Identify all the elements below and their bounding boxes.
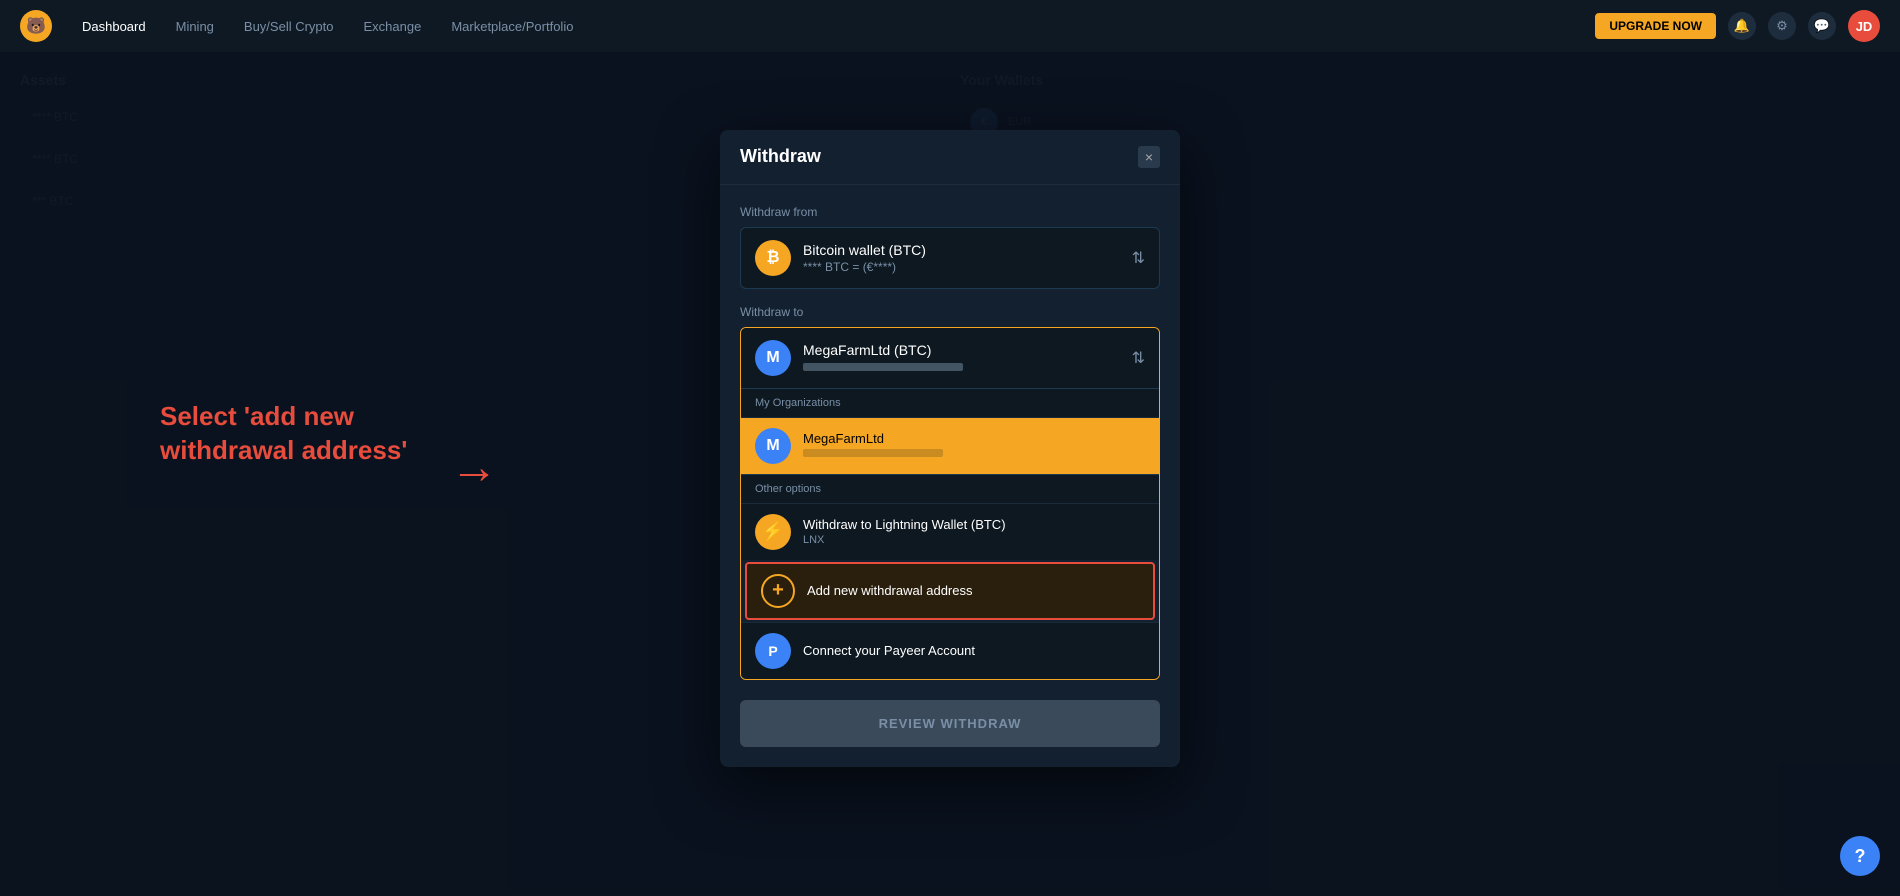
org-icon-selected: M (755, 340, 791, 376)
my-organizations-label: My Organizations (741, 388, 1159, 417)
modal-header: Withdraw × (720, 130, 1180, 185)
payeer-name: Connect your Payeer Account (803, 643, 975, 658)
withdraw-to-label: Withdraw to (740, 305, 1160, 319)
withdraw-from-selector[interactable]: ₿ Bitcoin wallet (BTC) **** BTC = (€****… (740, 227, 1160, 289)
org-item-megafarm[interactable]: M MegaFarmLtd (741, 417, 1159, 474)
btc-icon: ₿ (755, 240, 791, 276)
wallet-info: Bitcoin wallet (BTC) **** BTC = (€****) (803, 242, 926, 274)
other-options-label: Other options (741, 474, 1159, 503)
wallet-balance: **** BTC = (€****) (803, 260, 926, 274)
payeer-info: Connect your Payeer Account (803, 643, 975, 658)
selected-org-name: MegaFarmLtd (BTC) (803, 342, 963, 358)
withdraw-from-label: Withdraw from (740, 205, 1160, 219)
add-withdrawal-address-option[interactable]: + Add new withdrawal address (745, 562, 1155, 620)
add-new-name: Add new withdrawal address (807, 583, 972, 598)
lightning-icon: ⚡ (755, 514, 791, 550)
help-button[interactable]: ? (1840, 836, 1880, 876)
withdraw-to-arrow-icon: ⇅ (1132, 348, 1145, 368)
payeer-option[interactable]: P Connect your Payeer Account (741, 622, 1159, 679)
add-icon: + (761, 574, 795, 608)
org-item-info: MegaFarmLtd (803, 431, 943, 460)
org-item-address (803, 448, 943, 460)
payeer-icon: P (755, 633, 791, 669)
review-withdraw-button[interactable]: REVIEW WITHDRAW (740, 700, 1160, 747)
org-item-name: MegaFarmLtd (803, 431, 943, 446)
wallet-selector-arrow-icon: ⇅ (1132, 248, 1145, 268)
wallet-name: Bitcoin wallet (BTC) (803, 242, 926, 258)
modal-body: Withdraw from ₿ Bitcoin wallet (BTC) ***… (720, 185, 1180, 767)
withdraw-to-header[interactable]: M MegaFarmLtd (BTC) ⇅ (741, 328, 1159, 388)
lightning-sub: LNX (803, 534, 1006, 546)
selected-org-address (803, 360, 963, 374)
lightning-wallet-option[interactable]: ⚡ Withdraw to Lightning Wallet (BTC) LNX (741, 503, 1159, 560)
org-address-blur (803, 449, 943, 457)
add-new-info: Add new withdrawal address (807, 583, 972, 598)
modal-close-button[interactable]: × (1138, 146, 1160, 168)
lightning-name: Withdraw to Lightning Wallet (BTC) (803, 517, 1006, 532)
address-blur (803, 363, 963, 371)
lightning-info: Withdraw to Lightning Wallet (BTC) LNX (803, 517, 1006, 546)
withdraw-modal: Withdraw × Withdraw from ₿ Bitcoin walle… (720, 130, 1180, 767)
org-m-icon: M (755, 428, 791, 464)
selected-org-info: MegaFarmLtd (BTC) (803, 342, 963, 374)
modal-title: Withdraw (740, 146, 821, 167)
withdraw-to-container: M MegaFarmLtd (BTC) ⇅ My Organizations M (740, 327, 1160, 680)
modal-backdrop: Withdraw × Withdraw from ₿ Bitcoin walle… (0, 0, 1900, 896)
